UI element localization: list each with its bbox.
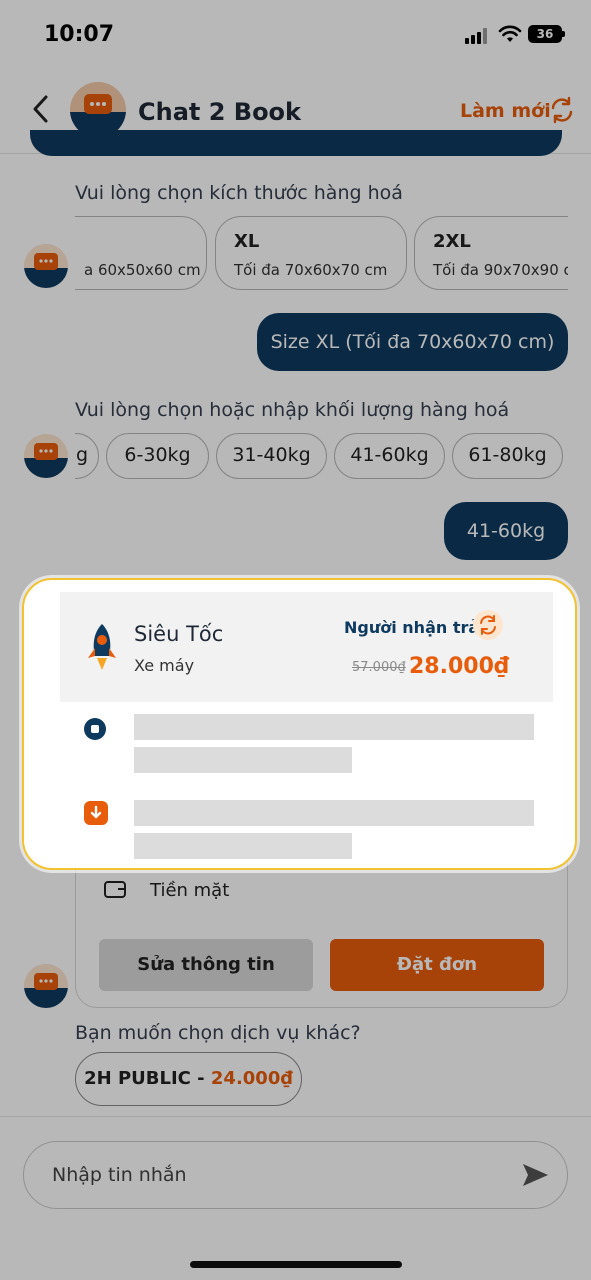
pickup-address-redacted (134, 714, 534, 740)
highlighted-service-card: Siêu Tốc Xe máy Người nhận trả 57.000₫ 2… (22, 578, 577, 870)
rocket-icon (88, 624, 116, 670)
discounted-price: 28.000₫ (409, 654, 510, 679)
swap-payer-icon[interactable] (473, 610, 503, 640)
service-vehicle: Xe máy (134, 656, 195, 675)
pickup-icon (84, 718, 106, 740)
dropoff-address-redacted (134, 800, 534, 826)
chat-screen: 10:07 36 Chat 2 Book Làm mới Vui lòng ch… (0, 0, 591, 1280)
dropoff-contact-redacted (134, 833, 352, 859)
service-name: Siêu Tốc (134, 622, 224, 646)
pickup-contact-redacted (134, 747, 352, 773)
original-price: 57.000₫ (352, 660, 406, 675)
dropoff-icon (84, 801, 108, 825)
payer-label: Người nhận trả (344, 618, 480, 637)
service-panel (60, 592, 553, 702)
